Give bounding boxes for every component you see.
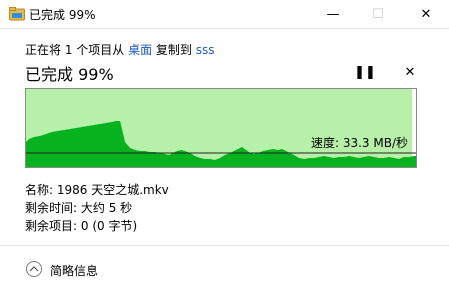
cancel-button[interactable]: ✕ — [399, 62, 421, 82]
detail-name: 名称: 1986 天空之城.mkv — [25, 181, 169, 198]
items-value: 0 (0 字节) — [80, 219, 138, 233]
copy-prefix: 正在将 1 个项目从 — [25, 43, 129, 57]
transfer-graph: 速度: 33.3 MB/秒 — [25, 88, 417, 168]
copy-middle: 复制到 — [152, 43, 196, 57]
maximize-button[interactable]: ☐ — [355, 0, 401, 28]
close-button[interactable]: ✕ — [403, 0, 449, 28]
progress-heading: 已完成 99% — [25, 65, 114, 84]
copy-folder-icon — [9, 7, 25, 21]
fewer-details-toggle[interactable]: 简略信息 — [50, 262, 98, 279]
items-label: 剩余项目: — [25, 219, 78, 233]
pause-button[interactable]: ❚❚ — [354, 62, 376, 82]
time-label: 剩余时间: — [25, 201, 78, 215]
chevron-up-icon[interactable] — [26, 261, 42, 277]
window-title: 已完成 99% — [29, 8, 96, 22]
detail-time: 剩余时间: 大约 5 秒 — [25, 199, 132, 216]
speed-readout: 速度: 33.3 MB/秒 — [310, 136, 408, 150]
minimize-button[interactable]: — — [310, 0, 356, 28]
source-link[interactable]: 桌面 — [128, 43, 152, 57]
time-value: 大约 5 秒 — [80, 201, 133, 215]
copy-description: 正在将 1 个项目从 桌面 复制到 sss — [25, 41, 215, 58]
name-label: 名称: — [25, 183, 54, 197]
detail-items: 剩余项目: 0 (0 字节) — [25, 217, 137, 234]
destination-link[interactable]: sss — [196, 43, 215, 57]
speed-graph — [26, 89, 416, 167]
name-value: 1986 天空之城.mkv — [56, 183, 169, 197]
title-bar: 已完成 99% — ☐ ✕ — [0, 0, 449, 29]
